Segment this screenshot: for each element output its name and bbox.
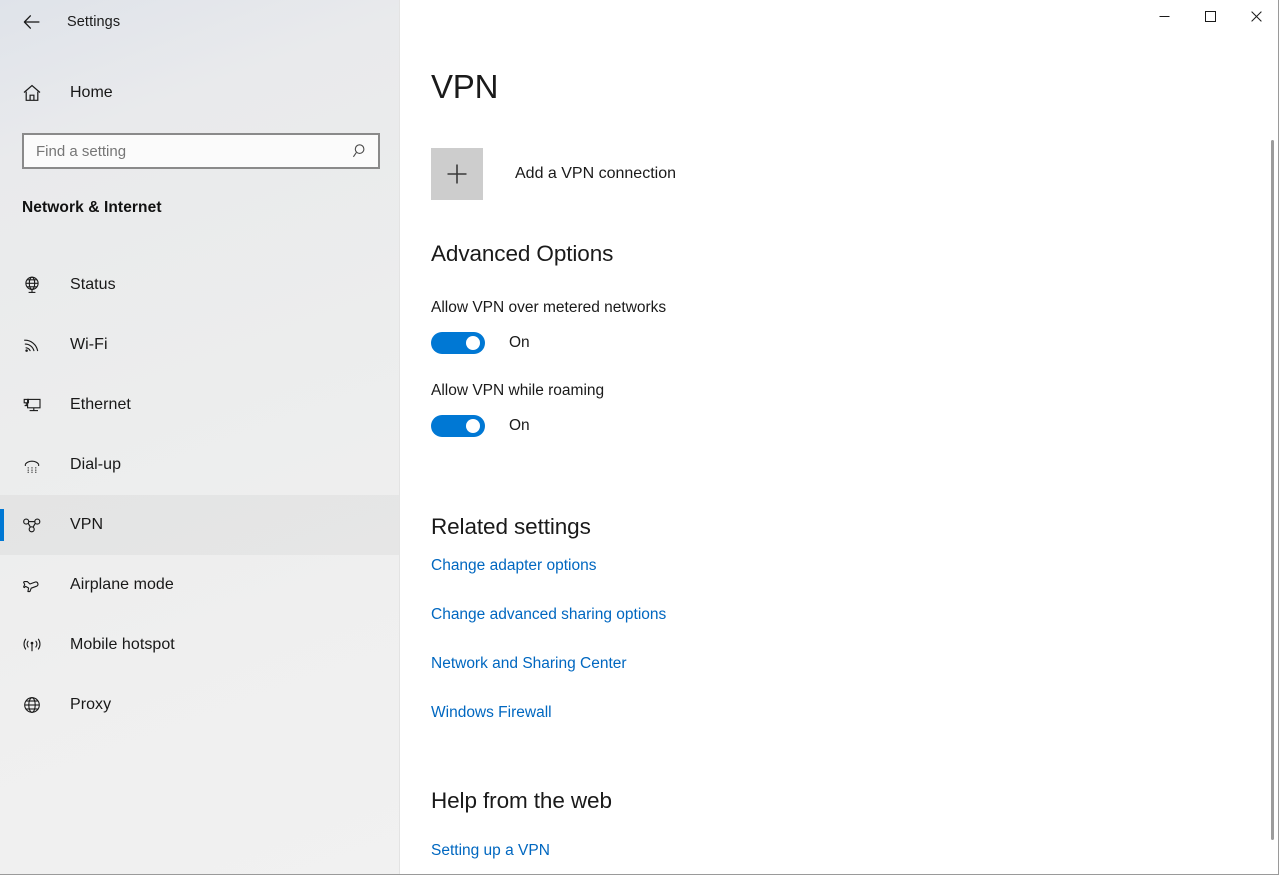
selection-indicator: [0, 509, 4, 541]
scrollbar[interactable]: [1262, 44, 1278, 874]
link-network-and-sharing-center[interactable]: Network and Sharing Center: [431, 655, 627, 673]
airplane-icon: [8, 574, 56, 596]
link-change-advanced-sharing-options[interactable]: Change advanced sharing options: [431, 606, 666, 624]
globe-status-icon: [8, 274, 56, 296]
help-from-the-web-heading: Help from the web: [431, 788, 612, 813]
allow-vpn-roaming-state: On: [509, 417, 530, 434]
add-vpn-connection-button[interactable]: Add a VPN connection: [431, 148, 676, 200]
sidebar-item-proxy[interactable]: Proxy: [0, 675, 399, 735]
vpn-icon: [8, 514, 56, 536]
window-controls: [1141, 0, 1278, 32]
sidebar-item-ethernet[interactable]: Ethernet: [0, 375, 399, 435]
sidebar-item-label: Status: [70, 276, 116, 293]
maximize-icon[interactable]: [1187, 0, 1233, 32]
allow-vpn-metered-label: Allow VPN over metered networks: [431, 299, 667, 316]
link-change-adapter-options[interactable]: Change adapter options: [431, 557, 596, 575]
globe-proxy-icon: [8, 694, 56, 716]
sidebar-item-label: VPN: [70, 516, 104, 533]
title-bar: Settings: [0, 0, 1278, 44]
sidebar-item-label: Ethernet: [70, 396, 131, 413]
sidebar-item-label: Mobile hotspot: [70, 636, 175, 653]
sidebar-item-home-label: Home: [70, 84, 113, 101]
sidebar-item-dialup[interactable]: Dial-up: [0, 435, 399, 495]
back-arrow-icon[interactable]: [9, 6, 55, 38]
toggle-knob: [466, 419, 480, 433]
wifi-icon: [8, 334, 56, 356]
sidebar-item-label: Airplane mode: [70, 576, 174, 593]
home-icon: [8, 82, 56, 104]
ethernet-icon: [8, 394, 56, 416]
dialup-phone-icon: [8, 454, 56, 476]
allow-vpn-roaming-label: Allow VPN while roaming: [431, 382, 605, 399]
sidebar-item-wifi[interactable]: Wi-Fi: [0, 315, 399, 375]
allow-vpn-roaming-toggle[interactable]: [431, 415, 485, 437]
search-icon[interactable]: [344, 135, 378, 167]
minimize-icon[interactable]: [1141, 0, 1187, 32]
search-input[interactable]: [24, 135, 344, 167]
sidebar-section-title: Network & Internet: [22, 199, 162, 216]
sidebar-item-label: Wi-Fi: [70, 336, 108, 353]
title-bar-left: Settings: [0, 0, 400, 44]
advanced-options-heading: Advanced Options: [431, 241, 614, 266]
add-vpn-connection-label: Add a VPN connection: [515, 165, 676, 182]
sidebar: Home Network & Internet: [0, 0, 400, 874]
allow-vpn-metered-state: On: [509, 334, 530, 351]
page-title: VPN: [431, 68, 499, 105]
sidebar-item-label: Proxy: [70, 696, 112, 713]
settings-window: Home Network & Internet: [0, 0, 1279, 875]
allow-vpn-roaming-toggle-row: On: [431, 415, 530, 437]
close-icon[interactable]: [1233, 0, 1278, 32]
sidebar-item-airplane-mode[interactable]: Airplane mode: [0, 555, 399, 615]
search-box[interactable]: [22, 133, 380, 169]
window-title: Settings: [67, 14, 121, 30]
plus-icon: [431, 148, 483, 200]
related-settings-heading: Related settings: [431, 514, 591, 539]
sidebar-item-status[interactable]: Status: [0, 255, 399, 315]
content-panel: VPN Add a VPN connection Advanced Option…: [401, 0, 1278, 874]
allow-vpn-metered-toggle-row: On: [431, 332, 530, 354]
sidebar-item-vpn[interactable]: VPN: [0, 495, 399, 555]
sidebar-item-label: Dial-up: [70, 456, 122, 473]
sidebar-item-home[interactable]: Home: [0, 72, 399, 114]
link-windows-firewall[interactable]: Windows Firewall: [431, 704, 552, 722]
allow-vpn-metered-toggle[interactable]: [431, 332, 485, 354]
scrollbar-thumb[interactable]: [1271, 140, 1274, 840]
sidebar-item-mobile-hotspot[interactable]: Mobile hotspot: [0, 615, 399, 675]
toggle-knob: [466, 336, 480, 350]
link-setting-up-a-vpn[interactable]: Setting up a VPN: [431, 842, 550, 860]
sidebar-nav-list: Status Wi-Fi Ethernet Dial-up VPN Airpla…: [0, 255, 399, 735]
hotspot-icon: [8, 634, 56, 656]
